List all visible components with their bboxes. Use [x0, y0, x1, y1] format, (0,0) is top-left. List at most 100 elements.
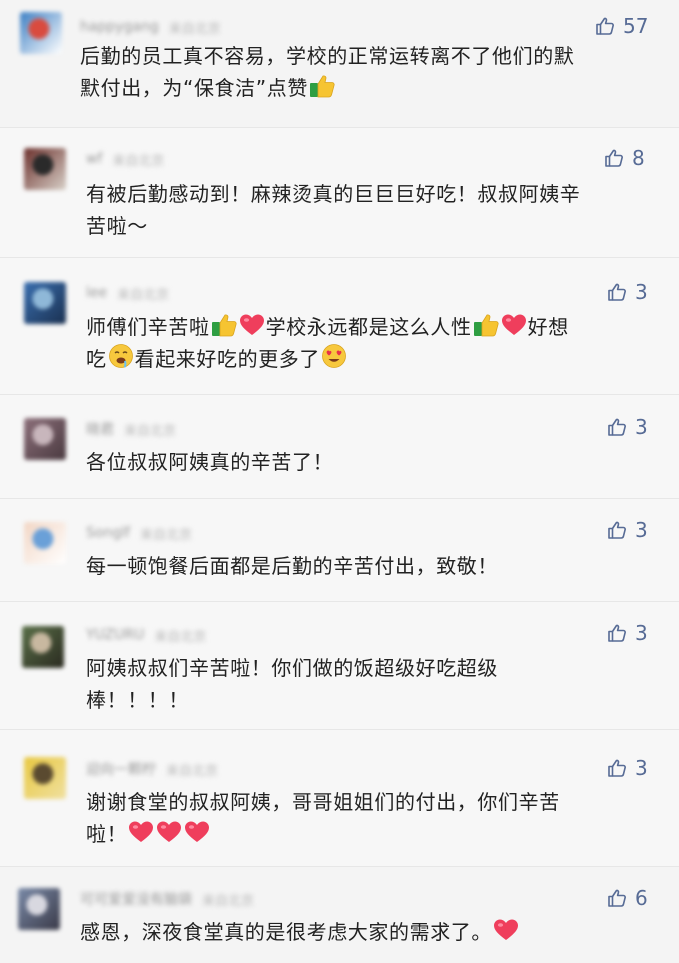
comment-item[interactable]: 可可爱爱没有脑袋 来自北京 6 感恩，深夜食堂真的是很考虑大家的需求了。 — [0, 866, 679, 963]
like-button[interactable]: 3 — [607, 415, 648, 439]
comment-item[interactable]: wf 来自北京 8 有被后勤感动到！麻辣烫真的巨巨巨好吃！叔叔阿姨辛 苦啦～ — [0, 127, 679, 257]
comment-text-segment: 苦啦～ — [86, 214, 148, 238]
like-count: 3 — [635, 518, 648, 542]
nickname[interactable]: 可可爱爱没有脑袋 — [80, 889, 192, 909]
like-count: 3 — [635, 756, 648, 780]
nickname[interactable]: happygang — [80, 19, 159, 35]
location-label: 来自北京 — [124, 423, 177, 439]
like-count: 3 — [635, 415, 648, 439]
heart-eyes-face-icon — [321, 343, 347, 369]
comment-text-line: 啦！ — [86, 818, 560, 850]
heart-icon — [128, 820, 154, 844]
comment-meta: 迎向一颗柠 来自北京 — [86, 759, 219, 779]
avatar[interactable] — [20, 12, 62, 54]
like-button[interactable]: 3 — [607, 756, 648, 780]
comment-item[interactable]: happygang 来自北京 57 后勤的员工真不容易，学校的正常运转离不了他们的默默… — [0, 0, 679, 127]
comment-meta: lee 来自北京 — [86, 285, 169, 303]
like-button[interactable]: 3 — [607, 518, 648, 542]
comment-divider — [0, 866, 679, 867]
comment-text-segment: 好想 — [527, 315, 569, 339]
comment-item[interactable]: 迎向一颗柠 来自北京 3 谢谢食堂的叔叔阿姨，哥哥姐姐们的付出，你们辛苦啦！ — [0, 729, 679, 866]
comment-text-segment: 感恩，深夜食堂真的是很考虑大家的需求了。 — [80, 920, 492, 944]
like-button[interactable]: 3 — [607, 621, 648, 645]
comment-text-line: 谢谢食堂的叔叔阿姨，哥哥姐姐们的付出，你们辛苦 — [86, 786, 560, 818]
comment-divider — [0, 394, 679, 395]
avatar[interactable] — [22, 626, 64, 668]
comment-meta: 可可爱爱没有脑袋 来自北京 — [80, 889, 254, 909]
comment-text: 谢谢食堂的叔叔阿姨，哥哥姐姐们的付出，你们辛苦啦！ — [86, 786, 560, 850]
heart-icon — [156, 820, 182, 844]
heart-icon — [239, 313, 265, 337]
comment-text-line: 苦啦～ — [86, 210, 580, 242]
comment-text-segment: 棒！！！！ — [86, 688, 189, 712]
thumbs-up-outline-icon — [595, 16, 615, 36]
comment-text-segment: 后勤的员工真不容易，学校的正常运转离不了他们的默 — [80, 44, 575, 68]
nickname[interactable]: wf — [86, 151, 102, 167]
comment-text-segment: 默付出，为“保食洁”点赞 — [80, 76, 308, 100]
thumbs-up-outline-icon — [607, 888, 627, 908]
comment-text: 感恩，深夜食堂真的是很考虑大家的需求了。 — [80, 916, 520, 948]
nickname[interactable]: YUZURU — [86, 627, 144, 643]
avatar[interactable] — [24, 282, 66, 324]
comment-text-segment: 各位叔叔阿姨真的辛苦了！ — [86, 450, 334, 474]
like-button[interactable]: 8 — [604, 146, 645, 170]
comment-item[interactable]: 晓君 来自北京 3 各位叔叔阿姨真的辛苦了！ — [0, 394, 679, 498]
thumbs-up-icon — [473, 313, 499, 337]
avatar[interactable] — [24, 757, 66, 799]
comment-text: 各位叔叔阿姨真的辛苦了！ — [86, 446, 333, 478]
comment-text-line: 感恩，深夜食堂真的是很考虑大家的需求了。 — [80, 916, 520, 948]
thumbs-up-outline-icon — [607, 417, 627, 437]
nickname[interactable]: Songlf — [86, 525, 130, 541]
thumbs-up-icon — [309, 74, 335, 98]
comment-item[interactable]: lee 来自北京 3 师傅们辛苦啦 学校永远都是这么人性 好想吃 看起来好吃的更多了 — [0, 257, 679, 394]
comment-text-segment: 有被后勤感动到！麻辣烫真的巨巨巨好吃！叔叔阿姨辛 — [86, 182, 581, 206]
avatar[interactable] — [24, 148, 66, 190]
nickname[interactable]: lee — [86, 285, 107, 301]
comment-meta: happygang 来自北京 — [80, 19, 221, 37]
comment-text-line: 吃 看起来好吃的更多了 — [86, 343, 569, 375]
like-count: 57 — [623, 14, 649, 38]
location-label: 来自北京 — [154, 629, 207, 645]
avatar[interactable] — [24, 522, 66, 564]
comment-divider — [0, 257, 679, 258]
like-button[interactable]: 6 — [607, 886, 648, 910]
avatar[interactable] — [18, 888, 60, 930]
comment-text-segment: 阿姨叔叔们辛苦啦！你们做的饭超级好吃超级 — [86, 656, 498, 680]
nickname[interactable]: 迎向一颗柠 — [86, 759, 156, 779]
location-label: 来自北京 — [168, 21, 221, 37]
like-count: 3 — [635, 621, 648, 645]
comment-text-segment: 看起来好吃的更多了 — [134, 347, 321, 371]
avatar[interactable] — [24, 418, 66, 460]
comment-text-line: 阿姨叔叔们辛苦啦！你们做的饭超级好吃超级 — [86, 652, 498, 684]
comment-meta: wf 来自北京 — [86, 151, 165, 169]
thumbs-up-outline-icon — [607, 520, 627, 540]
like-button[interactable]: 3 — [607, 280, 648, 304]
comment-divider — [0, 127, 679, 128]
comment-text-line: 棒！！！！ — [86, 684, 498, 716]
comment-text-segment: 吃 — [86, 347, 107, 371]
comment-meta: Songlf 来自北京 — [86, 525, 192, 543]
location-label: 来自北京 — [166, 763, 219, 779]
comment-text-segment: 啦！ — [86, 822, 128, 846]
like-count: 6 — [635, 886, 648, 910]
comment-meta: YUZURU 来自北京 — [86, 627, 207, 645]
like-count: 3 — [635, 280, 648, 304]
like-button[interactable]: 57 — [595, 14, 648, 38]
comment-text: 师傅们辛苦啦 学校永远都是这么人性 好想吃 看起来好吃的更多了 — [86, 311, 569, 375]
comment-divider — [0, 729, 679, 730]
comment-item[interactable]: Songlf 来自北京 3 每一顿饱餐后面都是后勤的辛苦付出，致敬！ — [0, 498, 679, 601]
comment-text-line: 默付出，为“保食洁”点赞 — [80, 72, 574, 104]
comment-divider — [0, 498, 679, 499]
comment-text-line: 每一顿饱餐后面都是后勤的辛苦付出，致敬！ — [86, 550, 498, 582]
nickname[interactable]: 晓君 — [86, 419, 114, 439]
comment-item[interactable]: YUZURU 来自北京 3 阿姨叔叔们辛苦啦！你们做的饭超级好吃超级 棒！！！！ — [0, 601, 679, 729]
thumbs-up-outline-icon — [607, 623, 627, 643]
thumbs-up-icon — [211, 313, 237, 337]
heart-icon — [493, 918, 519, 942]
location-label: 来自北京 — [112, 153, 165, 169]
comment-text: 有被后勤感动到！麻辣烫真的巨巨巨好吃！叔叔阿姨辛 苦啦～ — [86, 178, 580, 242]
comment-text: 每一顿饱餐后面都是后勤的辛苦付出，致敬！ — [86, 550, 498, 582]
comment-text-line: 后勤的员工真不容易，学校的正常运转离不了他们的默 — [80, 40, 574, 72]
comment-text: 后勤的员工真不容易，学校的正常运转离不了他们的默 默付出，为“保食洁”点赞 — [80, 40, 574, 104]
thumbs-up-outline-icon — [607, 282, 627, 302]
